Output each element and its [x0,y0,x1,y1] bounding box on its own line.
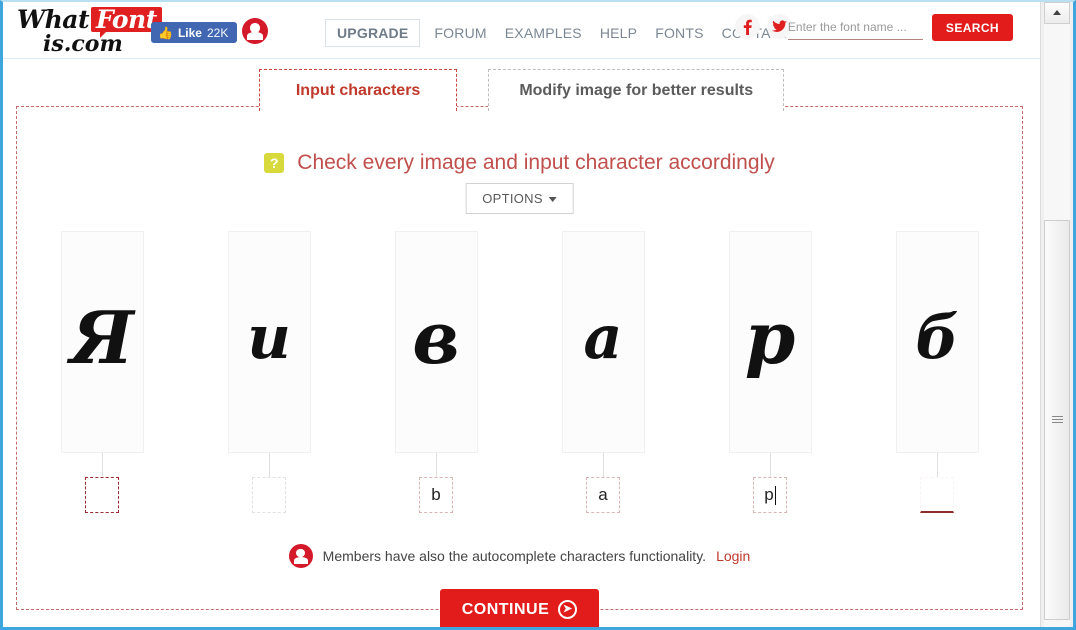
social-links [735,14,792,39]
glyph-connector [435,453,437,477]
character-input-1[interactable] [85,477,119,513]
page-viewport: What Font is.com 👍 Like 22K UPGRADE FORUM… [3,2,1040,627]
arrow-right-circle-icon: ➤ [558,600,578,619]
glyph-image-4[interactable]: а [561,231,645,453]
glyph-image-3[interactable]: в [394,231,478,453]
scroll-up-button[interactable] [1044,2,1070,24]
glyph-column: в b [394,231,478,513]
page-title: Check every image and input character ac… [297,151,775,174]
site-header: What Font is.com 👍 Like 22K UPGRADE FORUM… [3,2,1040,59]
nav-item-upgrade[interactable]: UPGRADE [325,19,421,47]
character-input-value-4: a [598,485,608,504]
facebook-like-label: Like [177,25,202,40]
glyph-connector [602,453,604,477]
character-input-2[interactable] [252,477,286,513]
glyph-connector [936,453,938,477]
panel-heading-row: ? Check every image and input character … [17,151,1022,175]
vertical-scrollbar[interactable] [1040,2,1073,627]
facebook-like-button[interactable]: 👍 Like 22K [151,22,238,43]
glyph-connector [101,453,103,477]
tab-modify-image[interactable]: Modify image for better results [488,69,785,111]
help-question-icon[interactable]: ? [264,153,285,173]
glyph-connector [268,453,270,477]
user-avatar-icon [288,544,313,568]
glyph-char-3: в [412,295,460,380]
nav-item-fonts[interactable]: FONTS [646,22,712,44]
options-dropdown-button[interactable]: OPTIONS [465,183,574,214]
glyph-char-6: б [915,303,959,373]
members-note: Members have also the autocomplete chara… [17,544,1022,568]
nav-item-help[interactable]: HELP [591,22,646,44]
nav-item-examples[interactable]: EXAMPLES [496,22,591,44]
tab-bar: Input characters Modify image for better… [3,69,1040,111]
input-characters-panel: ? Check every image and input character … [16,106,1023,627]
character-input-value-3: b [431,485,441,504]
options-label: OPTIONS [482,191,543,206]
avatar-body-shape [247,32,263,40]
text-caret-icon [774,485,776,505]
continue-label: CONTINUE [461,600,550,618]
facebook-like-count: 22K [206,25,229,40]
character-input-5[interactable]: p [753,477,787,513]
glyph-column: б [895,231,979,513]
glyph-column: и [227,231,311,513]
scrollbar-thumb[interactable] [1044,220,1070,620]
character-input-3[interactable]: b [419,477,453,513]
browser-window: What Font is.com 👍 Like 22K UPGRADE FORUM… [0,0,1076,630]
chevron-down-icon [548,197,557,203]
glyph-image-6[interactable]: б [895,231,979,453]
glyph-image-2[interactable]: и [227,231,311,453]
character-input-value-5: p [764,485,774,504]
glyph-char-5: р [744,295,796,380]
glyph-image-1[interactable]: Я [60,231,144,453]
logo-part-iscom: is.com [43,31,123,57]
continue-area: CONTINUE ➤ [17,589,1022,627]
continue-button[interactable]: CONTINUE ➤ [439,589,600,627]
glyph-char-1: Я [70,295,134,380]
character-input-4[interactable]: a [586,477,620,513]
user-avatar-icon[interactable] [242,18,268,44]
glyph-char-4: а [583,303,623,373]
glyph-columns: Я и в b а a р p б [17,231,1022,513]
search-input[interactable] [787,14,923,40]
glyph-column: Я [60,231,144,513]
nav-item-forum[interactable]: FORUM [425,22,495,44]
search-area: SEARCH [787,14,1013,41]
facebook-icon[interactable] [735,14,760,39]
logo-part-what: What [17,5,90,34]
character-input-6[interactable] [920,477,954,513]
scrollbar-grip-icon [1052,416,1063,425]
site-logo[interactable]: What Font is.com [17,5,162,57]
thumbs-up-icon: 👍 [158,25,173,40]
glyph-column: р p [728,231,812,513]
search-button[interactable]: SEARCH [931,14,1013,41]
tab-input-characters[interactable]: Input characters [258,69,458,111]
glyph-column: а a [561,231,645,513]
login-link[interactable]: Login [716,548,750,564]
members-note-text: Members have also the autocomplete chara… [322,548,707,564]
main-navigation: UPGRADE FORUM EXAMPLES HELP FONTS CONTAC… [325,19,799,47]
glyph-char-2: и [247,303,291,373]
glyph-image-5[interactable]: р [728,231,812,453]
avatar-body-shape [293,556,308,565]
glyph-connector [769,453,771,477]
